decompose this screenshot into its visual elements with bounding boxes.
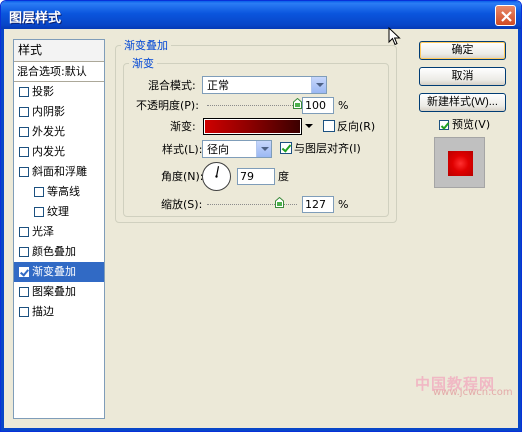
style-item[interactable]: 光泽 — [14, 222, 104, 242]
style-item-checkbox[interactable] — [19, 107, 29, 117]
chevron-down-icon — [256, 141, 271, 157]
style-item-label: 斜面和浮雕 — [32, 165, 87, 178]
gradient-subgroup-title: 渐变 — [129, 57, 157, 70]
style-item-label: 投影 — [32, 85, 54, 98]
angle-unit: 度 — [278, 170, 289, 183]
style-item-label: 光泽 — [32, 225, 54, 238]
blend-mode-label: 混合模式: — [148, 79, 196, 92]
align-with-layer-label: 与图层对齐(I) — [294, 142, 361, 155]
style-item-label: 纹理 — [47, 205, 69, 218]
close-icon — [501, 11, 512, 22]
style-item-checkbox[interactable] — [19, 227, 29, 237]
gradient-swatch[interactable] — [203, 118, 302, 135]
style-item[interactable]: 颜色叠加 — [14, 242, 104, 262]
style-item-label: 外发光 — [32, 125, 65, 138]
style-item-checkbox[interactable] — [19, 147, 29, 157]
style-preview — [434, 137, 485, 188]
style-item-checkbox[interactable] — [34, 187, 44, 197]
scale-input[interactable]: 127 — [302, 196, 334, 213]
layer-style-dialog: 图层样式 样式 混合选项:默认 投影内阴影外发光内发光斜面和浮雕等高线纹理光泽颜… — [0, 0, 522, 432]
gradient-label: 渐变: — [170, 120, 196, 133]
style-item-label: 描边 — [32, 305, 54, 318]
style-item-label: 内阴影 — [32, 105, 65, 118]
style-item-checkbox[interactable] — [19, 247, 29, 257]
angle-dial[interactable] — [202, 162, 231, 191]
blend-mode-value: 正常 — [207, 79, 229, 92]
style-item-checkbox[interactable] — [19, 87, 29, 97]
style-item-checkbox[interactable] — [19, 127, 29, 137]
style-item[interactable]: 渐变叠加 — [14, 262, 104, 282]
scale-label: 缩放(S): — [161, 198, 203, 211]
mouse-cursor-icon — [388, 27, 401, 46]
style-item[interactable]: 等高线 — [14, 182, 104, 202]
style-item[interactable]: 投影 — [14, 82, 104, 102]
scale-unit: % — [338, 198, 349, 211]
style-item[interactable]: 斜面和浮雕 — [14, 162, 104, 182]
opacity-label: 不透明度(P): — [136, 99, 199, 112]
opacity-unit: % — [338, 99, 349, 112]
reverse-checkbox[interactable] — [323, 120, 335, 132]
style-item[interactable]: 描边 — [14, 302, 104, 322]
cancel-button[interactable]: 取消 — [419, 67, 506, 86]
new-style-button[interactable]: 新建样式(W)... — [419, 93, 506, 112]
style-item-label: 等高线 — [47, 185, 80, 198]
style-item[interactable]: 外发光 — [14, 122, 104, 142]
title-bar[interactable]: 图层样式 — [1, 1, 521, 29]
gradient-dropdown-icon[interactable] — [303, 118, 315, 135]
style-item[interactable]: 内发光 — [14, 142, 104, 162]
reverse-label: 反向(R) — [337, 120, 376, 133]
style-select[interactable]: 径向 — [202, 140, 272, 158]
opacity-slider-thumb[interactable] — [293, 98, 302, 109]
styles-header[interactable]: 样式 — [14, 40, 104, 62]
styles-list: 样式 混合选项:默认 投影内阴影外发光内发光斜面和浮雕等高线纹理光泽颜色叠加渐变… — [13, 39, 105, 419]
style-item[interactable]: 纹理 — [14, 202, 104, 222]
preview-checkbox[interactable] — [439, 120, 450, 130]
style-item[interactable]: 内阴影 — [14, 102, 104, 122]
checkmark-icon — [440, 122, 450, 130]
preview-swatch — [448, 151, 473, 176]
style-item-checkbox[interactable] — [34, 207, 44, 217]
style-label: 样式(L): — [162, 143, 203, 156]
style-item-label: 渐变叠加 — [32, 265, 76, 278]
style-item-checkbox[interactable] — [19, 287, 29, 297]
watermark-url: www.jcwcn.com — [433, 387, 513, 398]
style-item-checkbox[interactable] — [19, 167, 29, 177]
align-with-layer-checkbox[interactable] — [280, 142, 292, 154]
angle-input[interactable]: 79 — [237, 168, 275, 185]
style-value: 径向 — [207, 143, 229, 156]
ok-button[interactable]: 确定 — [419, 41, 506, 60]
style-item-label: 颜色叠加 — [32, 245, 76, 258]
gradient-overlay-title: 渐变叠加 — [121, 39, 171, 52]
scale-slider-thumb[interactable] — [275, 197, 284, 208]
window-title: 图层样式 — [9, 11, 62, 26]
close-button[interactable] — [495, 5, 516, 26]
blend-mode-select[interactable]: 正常 — [202, 76, 327, 94]
style-item-label: 内发光 — [32, 145, 65, 158]
blending-options-item[interactable]: 混合选项:默认 — [14, 62, 104, 82]
style-item[interactable]: 图案叠加 — [14, 282, 104, 302]
style-item-checkbox[interactable] — [19, 307, 29, 317]
angle-label: 角度(N): — [161, 170, 204, 183]
chevron-down-icon — [311, 77, 326, 93]
angle-dial-icon — [215, 166, 220, 178]
style-item-label: 图案叠加 — [32, 285, 76, 298]
opacity-input[interactable]: 100 — [302, 97, 334, 114]
preview-label: 预览(V) — [452, 118, 491, 131]
opacity-slider-track[interactable] — [207, 105, 297, 106]
style-item-checkbox[interactable] — [19, 267, 29, 277]
